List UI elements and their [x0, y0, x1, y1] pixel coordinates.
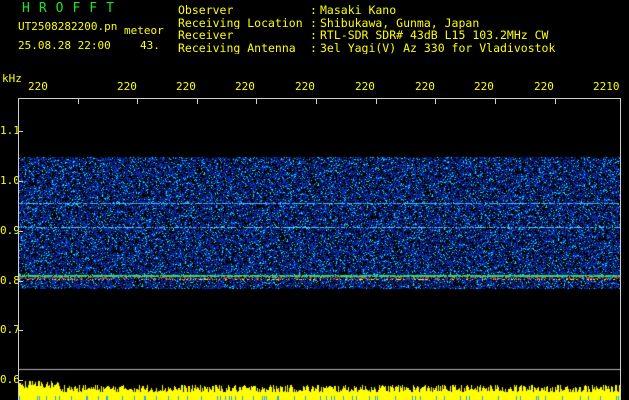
time-tick-label: 220: [415, 80, 435, 93]
time-tick-label: 220: [176, 80, 196, 93]
frequency-gridline-tick: [18, 380, 23, 381]
meta-value: RTL-SDR SDR# 43dB L15 103.2MHz CW: [320, 29, 549, 42]
meta-value: Masaki Kano: [320, 4, 397, 17]
meta-key: Receiving Antenna: [178, 41, 296, 54]
frequency-tick-label: 0.7: [0, 323, 20, 336]
meta-row-receiver: Receiver: RTL-SDR SDR# 43dB L15 103.2MHz …: [178, 29, 624, 42]
time-gridline-tick: [495, 98, 496, 104]
time-tick-label: 220: [295, 80, 315, 93]
time-gridline-tick: [376, 98, 377, 104]
meta-sep: :: [310, 29, 317, 42]
meta-row-antenna: Receiving Antenna:3el Yagi(V) Az 330 for…: [178, 42, 624, 55]
time-tick-label: 220: [474, 80, 494, 93]
time-gridline-tick: [435, 98, 436, 104]
meta-key: Observer: [178, 4, 234, 17]
time-tick-label: 2210: [593, 80, 620, 93]
frequency-tick-label: 0.8: [0, 274, 20, 287]
frequency-gridline-tick: [18, 181, 23, 182]
frequency-tick-label: 0.9: [0, 224, 20, 237]
time-gridline-tick: [316, 98, 317, 104]
echo-count: 43.: [140, 39, 160, 52]
time-gridline-tick: [197, 98, 198, 104]
frequency-gridline-tick: [18, 231, 23, 232]
time-tick-label: 220: [117, 80, 137, 93]
frequency-tick-label: 1.0: [0, 174, 20, 187]
date-time: 25.08.28 22:00: [18, 39, 111, 52]
time-gridline-tick: [78, 98, 79, 104]
meta-key: Receiver: [178, 29, 234, 42]
time-tick-label: 220: [355, 80, 375, 93]
frequency-tick-label: 1.1: [0, 124, 20, 137]
plot-frame: [18, 98, 621, 400]
file-name: UT2508282200.pn: [18, 20, 118, 33]
time-gridline-tick: [555, 98, 556, 104]
time-gridline-tick: [137, 98, 138, 104]
meta-row-observer: Observer: Masaki Kano: [178, 4, 624, 17]
time-gridline-tick: [256, 98, 257, 104]
time-tick-label: 220: [534, 80, 554, 93]
app-brand: HROFFT: [22, 1, 123, 16]
detection-tag: meteor: [124, 24, 164, 37]
meta-key: Receiving Location: [178, 16, 303, 29]
meta-sep: :: [310, 41, 317, 54]
hrofft-spectrogram-window: HROFFT UT2508282200.pn meteor 25.08.28 2…: [0, 0, 629, 400]
time-tick-label: 220: [235, 80, 255, 93]
meta-sep: :: [310, 16, 317, 29]
frequency-gridline-tick: [18, 131, 23, 132]
meta-sep: :: [310, 4, 317, 17]
meta-row-location: Receiving Location: Shibukawa, Gunma, Jap…: [178, 17, 624, 30]
meta-value: 3el Yagi(V) Az 330 for Vladivostok: [320, 41, 556, 54]
meta-value: Shibukawa, Gunma, Japan: [320, 16, 480, 29]
frequency-gridline-tick: [18, 281, 23, 282]
time-tick-label: 220: [28, 80, 48, 93]
frequency-unit-label: kHz: [2, 72, 22, 85]
station-info: Observer: Masaki Kano Receiving Location:…: [178, 4, 624, 54]
frequency-gridline-tick: [18, 330, 23, 331]
frequency-tick-label: 0.6: [0, 373, 20, 386]
